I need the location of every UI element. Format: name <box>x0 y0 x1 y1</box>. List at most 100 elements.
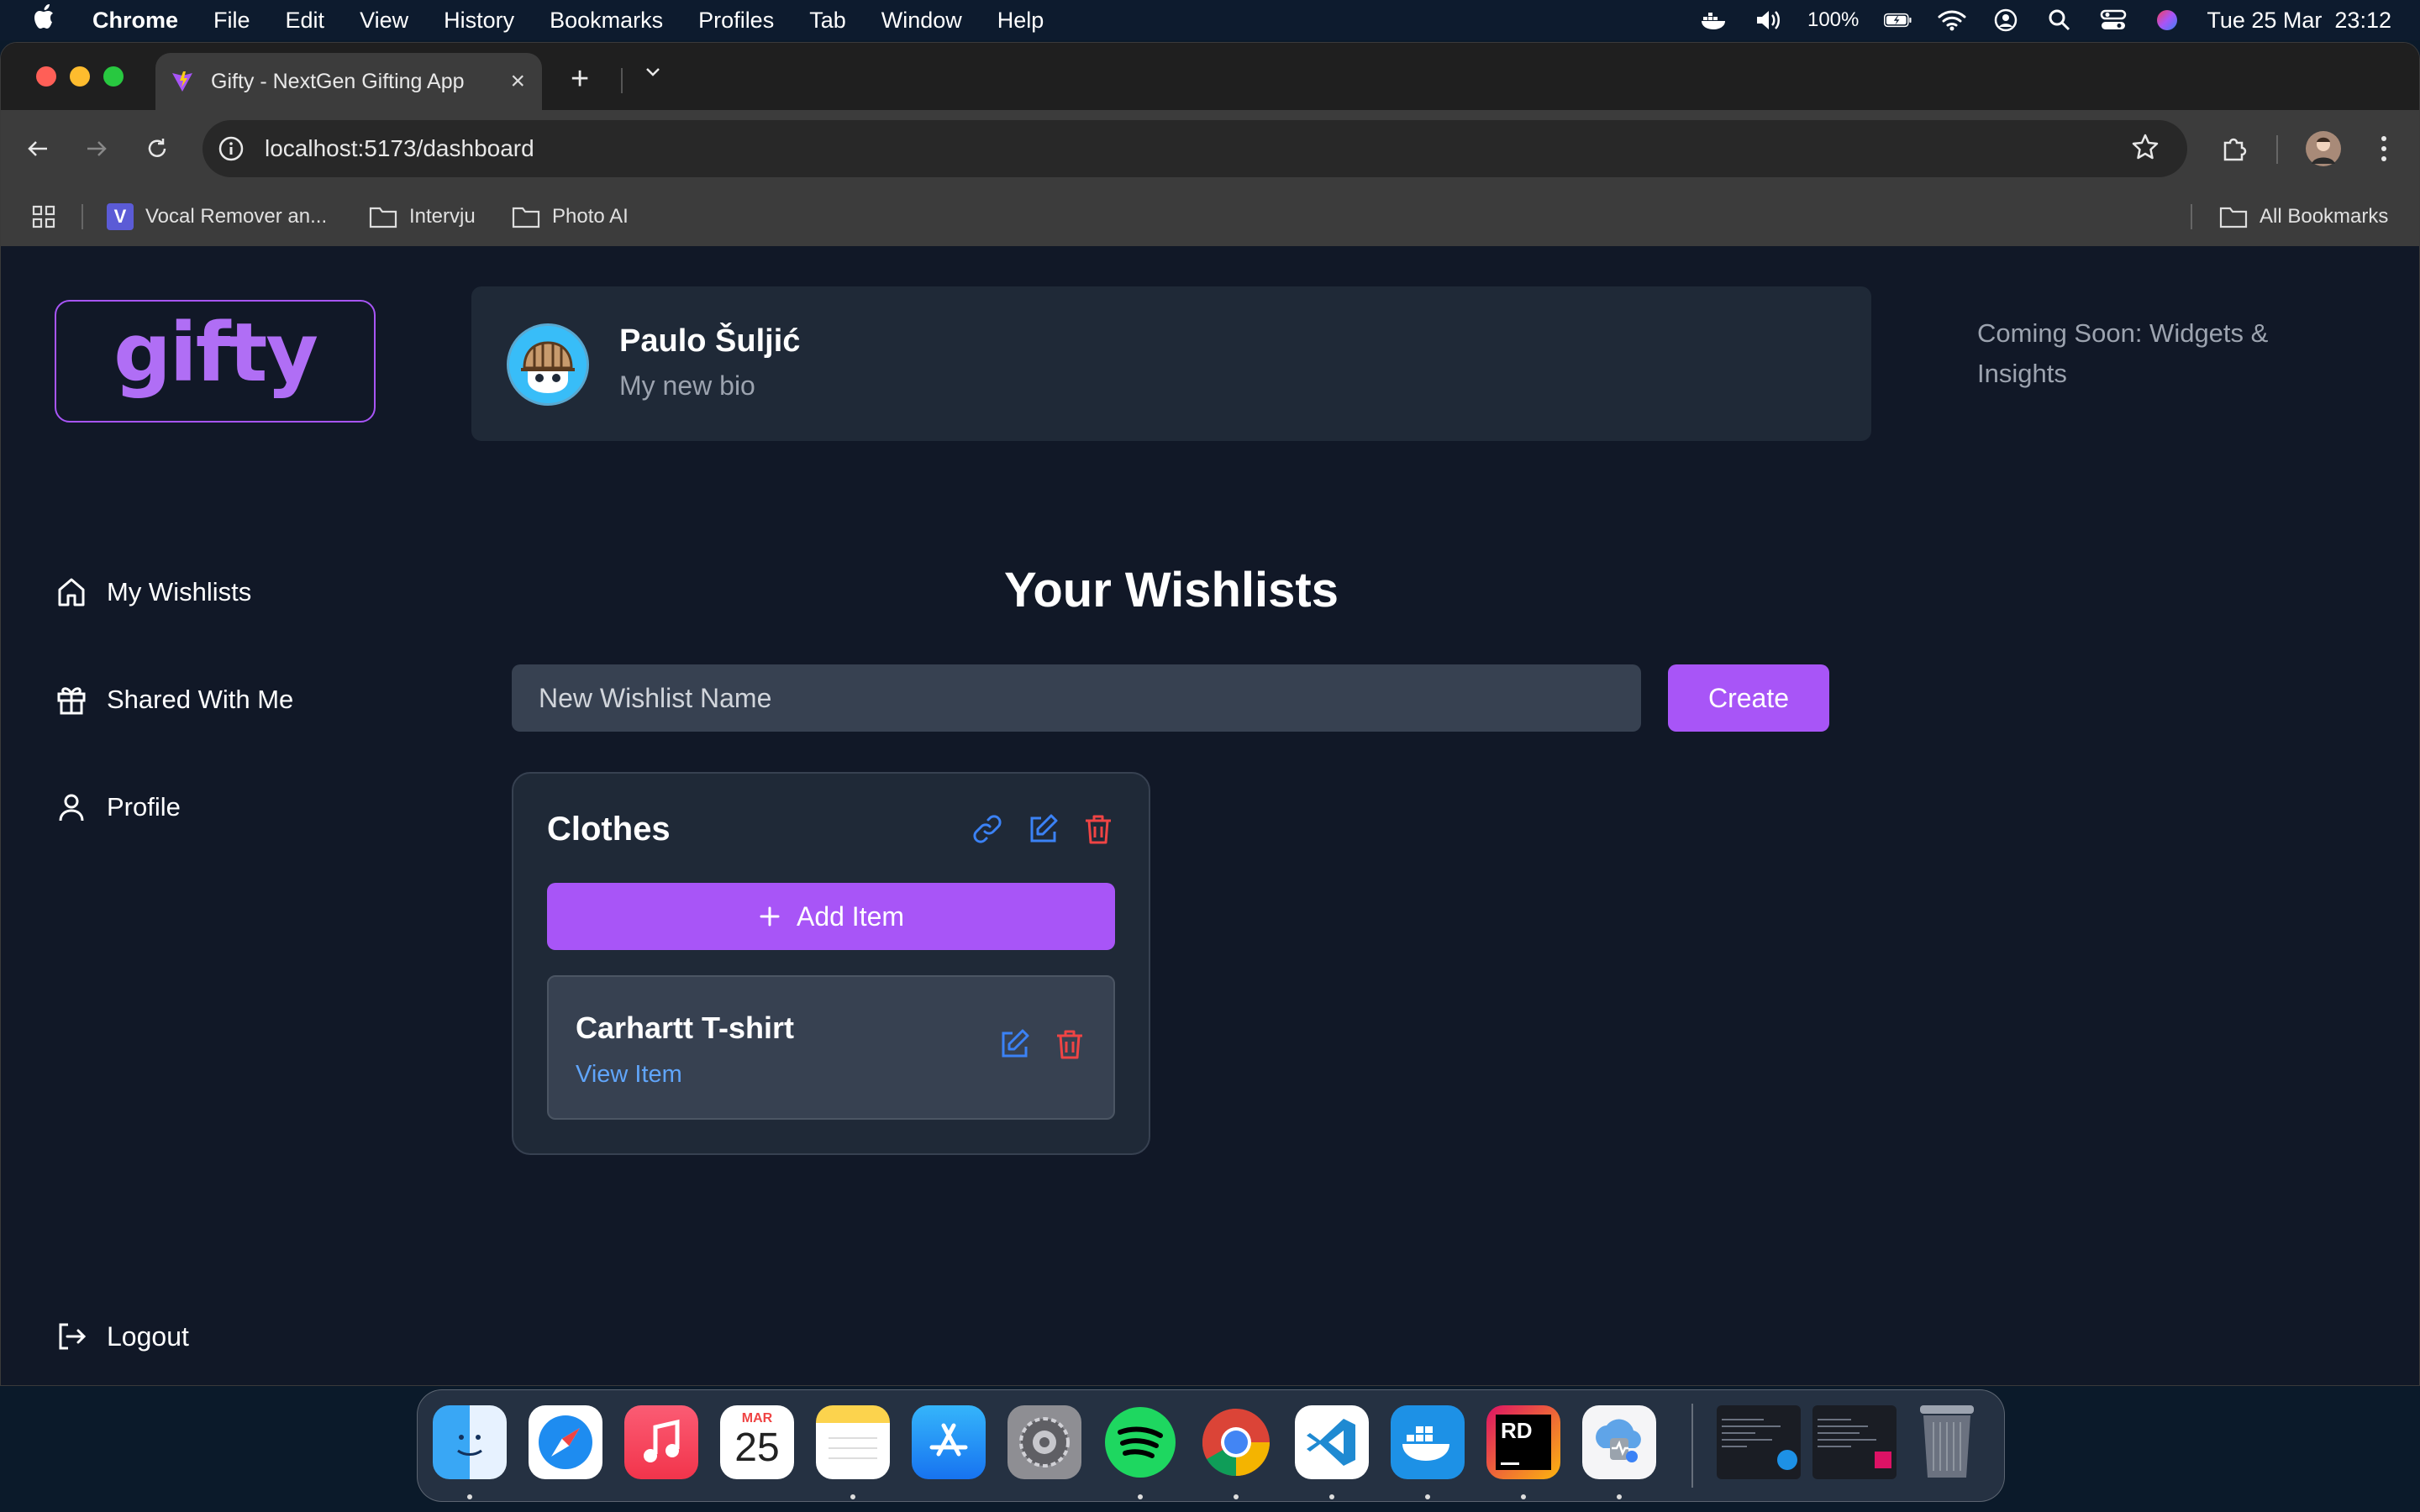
dock-running-dot <box>1234 1494 1239 1499</box>
battery-icon[interactable] <box>1884 8 1912 33</box>
all-bookmarks-label: All Bookmarks <box>2260 205 2389 228</box>
menu-app-name[interactable]: Chrome <box>92 8 178 34</box>
avatar[interactable] <box>507 323 589 406</box>
menu-view[interactable]: View <box>360 8 408 34</box>
music-icon[interactable] <box>624 1405 698 1479</box>
wishlist-title: Clothes <box>547 811 671 848</box>
back-arrow-icon[interactable] <box>19 130 56 167</box>
tab-search-chevron-icon[interactable] <box>643 61 663 87</box>
logout-icon <box>59 1323 87 1350</box>
window-thumb-1[interactable] <box>1717 1405 1801 1479</box>
profile-avatar[interactable] <box>2305 130 2342 167</box>
bookmark-vocal-remover[interactable]: V Vocal Remover an... <box>107 187 327 246</box>
minimize-window-button[interactable] <box>70 66 90 87</box>
edit-item-icon[interactable] <box>997 1027 1031 1065</box>
bookmarks-bar: V Vocal Remover an... Intervju Photo AI … <box>1 187 2419 247</box>
trash-icon[interactable] <box>1910 1405 1984 1479</box>
all-bookmarks-folder[interactable]: All Bookmarks <box>2219 187 2388 246</box>
chrome-menu-kebab-icon[interactable] <box>2365 130 2402 167</box>
forward-arrow-icon[interactable] <box>78 130 115 167</box>
nav-label: Shared With Me <box>107 685 294 714</box>
disk-utility-icon[interactable] <box>1582 1405 1656 1479</box>
dock-running-dot <box>1425 1494 1430 1499</box>
menu-window[interactable]: Window <box>881 8 962 34</box>
share-link-icon[interactable] <box>971 812 1004 850</box>
coming-soon-text: Coming Soon: Widgets & Insights <box>1977 318 2269 388</box>
system-settings-icon[interactable] <box>1007 1405 1081 1479</box>
finder-icon[interactable] <box>433 1405 507 1479</box>
menu-profiles[interactable]: Profiles <box>698 8 774 34</box>
nav-profile[interactable]: Profile <box>55 790 181 824</box>
add-item-label: Add Item <box>796 900 905 932</box>
safari-icon[interactable] <box>529 1405 602 1479</box>
tab-close-icon[interactable]: × <box>510 67 525 96</box>
address-bar[interactable]: localhost:5173/dashboard <box>203 120 2187 177</box>
calendar-month: MAR <box>741 1411 773 1425</box>
create-wishlist-button[interactable]: Create <box>1668 664 1829 732</box>
docker-status-icon[interactable] <box>1700 8 1728 33</box>
new-wishlist-name-input[interactable] <box>512 664 1641 732</box>
menu-history[interactable]: History <box>444 8 514 34</box>
nav-shared-with-me[interactable]: Shared With Me <box>55 683 293 717</box>
bookmarks-divider <box>82 204 83 229</box>
spotlight-search-icon[interactable] <box>2045 8 2074 33</box>
url-text[interactable]: localhost:5173/dashboard <box>265 135 534 162</box>
docker-icon[interactable] <box>1391 1405 1465 1479</box>
apps-grid-icon[interactable] <box>31 187 56 246</box>
menu-bookmarks[interactable]: Bookmarks <box>550 8 663 34</box>
dock-running-dot <box>850 1494 855 1499</box>
calendar-icon[interactable]: MAR 25 <box>720 1405 794 1479</box>
menu-help[interactable]: Help <box>997 8 1044 34</box>
svg-text:gifty: gifty <box>113 315 317 400</box>
bookmark-star-icon[interactable] <box>2130 132 2160 166</box>
menu-tab[interactable]: Tab <box>809 8 846 34</box>
bookmark-folder-photo-ai[interactable]: Photo AI <box>512 187 629 246</box>
notes-icon[interactable] <box>816 1405 890 1479</box>
window-thumb-2[interactable] <box>1812 1405 1897 1479</box>
home-icon <box>58 578 85 606</box>
control-center-icon[interactable] <box>2099 8 2128 33</box>
spotify-icon[interactable] <box>1103 1405 1177 1479</box>
view-item-link[interactable]: View Item <box>576 1061 682 1089</box>
menu-file[interactable]: File <box>213 8 250 34</box>
wishlist-item: Carhartt T-shirt View Item <box>547 975 1115 1120</box>
page-title: Your Wishlists <box>1003 563 1339 617</box>
delete-item-icon[interactable] <box>1053 1027 1086 1065</box>
user-account-icon[interactable] <box>1991 8 2020 33</box>
close-window-button[interactable] <box>36 66 56 87</box>
logout-button[interactable]: Logout <box>55 1320 189 1353</box>
app-store-icon[interactable] <box>912 1405 986 1479</box>
tab-divider <box>621 68 623 93</box>
add-item-button[interactable]: Add Item <box>547 883 1115 950</box>
apple-icon[interactable] <box>34 3 57 37</box>
wifi-icon[interactable] <box>1938 8 1966 33</box>
logout-label: Logout <box>107 1320 189 1352</box>
bookmark-folder-intervju[interactable]: Intervju <box>369 187 476 246</box>
battery-percent: 100% <box>1807 8 1860 31</box>
extensions-puzzle-icon[interactable] <box>2216 130 2253 167</box>
siri-icon[interactable] <box>2153 8 2181 33</box>
site-info-icon[interactable] <box>216 134 246 164</box>
dashboard-page: gifty My Wishlists Shared With Me Profil… <box>1 246 2419 1385</box>
dock-running-dot <box>1329 1494 1334 1499</box>
dock-running-dot <box>1138 1494 1143 1499</box>
volume-icon[interactable] <box>1754 8 1782 33</box>
menu-edit[interactable]: Edit <box>286 8 325 34</box>
browser-tab-active[interactable]: Gifty - NextGen Gifting App × <box>155 53 542 110</box>
vscode-icon[interactable] <box>1295 1405 1369 1479</box>
nav-my-wishlists[interactable]: My Wishlists <box>55 575 251 609</box>
tab-strip: Gifty - NextGen Gifting App × + <box>1 43 2419 110</box>
chrome-icon[interactable] <box>1199 1405 1273 1479</box>
maximize-window-button[interactable] <box>103 66 124 87</box>
clock[interactable]: Tue 25 Mar 23:12 <box>2207 8 2391 34</box>
gift-icon <box>57 687 86 715</box>
reload-icon[interactable] <box>139 130 176 167</box>
folder-icon <box>369 207 397 228</box>
delete-wishlist-icon[interactable] <box>1081 812 1115 850</box>
new-tab-button[interactable]: + <box>571 61 589 97</box>
gifty-logo[interactable]: gifty <box>55 300 376 423</box>
edit-wishlist-icon[interactable] <box>1026 812 1060 850</box>
rider-badge: RD <box>1496 1415 1551 1470</box>
dock-running-dot <box>1617 1494 1622 1499</box>
rider-icon[interactable]: RD <box>1486 1405 1560 1479</box>
